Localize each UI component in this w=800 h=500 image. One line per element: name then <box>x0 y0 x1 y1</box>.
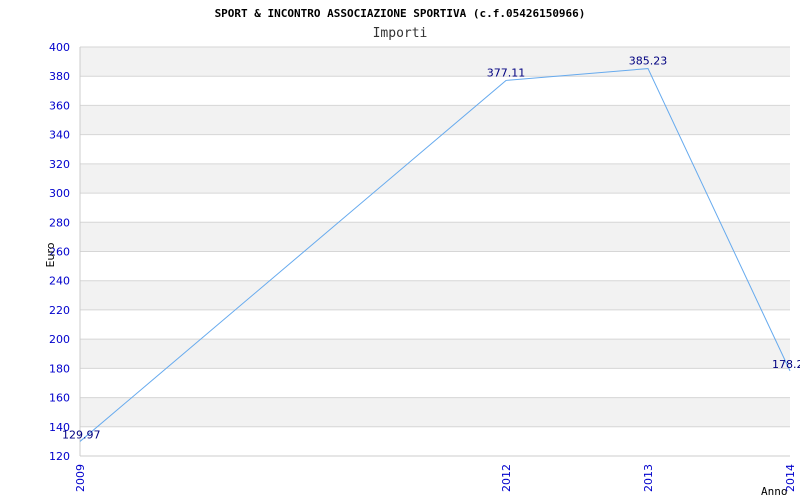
y-tick-label: 200 <box>49 333 70 346</box>
x-axis-title: Anno <box>761 485 788 498</box>
background-band <box>80 222 790 252</box>
background-band <box>80 163 790 194</box>
y-tick-label: 280 <box>49 216 70 229</box>
y-tick-label: 340 <box>49 129 70 142</box>
y-tick-label: 180 <box>49 362 70 375</box>
background-band <box>80 397 790 427</box>
x-tick-label: 2012 <box>500 464 513 492</box>
y-tick-label: 240 <box>49 275 70 288</box>
data-label: 129.97 <box>62 428 101 441</box>
background-band <box>80 76 790 106</box>
background-band <box>80 47 790 77</box>
y-tick-label: 120 <box>49 450 70 463</box>
y-axis-title: Euro <box>44 242 57 267</box>
y-tick-label: 220 <box>49 304 70 317</box>
x-tick-label: 2013 <box>642 464 655 492</box>
y-tick-label: 160 <box>49 392 70 405</box>
background-band <box>80 339 790 369</box>
x-tick-labels: 2009 2012 2013 2014 <box>74 464 797 492</box>
y-tick-label: 300 <box>49 187 70 200</box>
background-band <box>80 368 790 398</box>
background-band <box>80 193 790 223</box>
background-band <box>80 426 790 456</box>
background-band <box>80 105 790 135</box>
data-label: 385.23 <box>629 55 668 68</box>
background-band <box>80 134 790 164</box>
background-band <box>80 280 790 310</box>
y-tick-label: 380 <box>49 70 70 83</box>
y-tick-label: 400 <box>49 41 70 54</box>
data-label: 178.26 <box>772 358 800 371</box>
y-tick-label: 320 <box>49 158 70 171</box>
x-tick-label: 2009 <box>74 464 87 492</box>
y-tick-label: 360 <box>49 99 70 112</box>
chart-subtitle: Importi <box>373 26 428 41</box>
line-chart: 1201401601802002202402602803003203403603… <box>44 7 800 498</box>
background-band <box>80 309 790 340</box>
data-label: 377.11 <box>487 66 526 79</box>
background-band <box>80 251 790 281</box>
chart-title: SPORT & INCONTRO ASSOCIAZIONE SPORTIVA (… <box>215 7 586 20</box>
